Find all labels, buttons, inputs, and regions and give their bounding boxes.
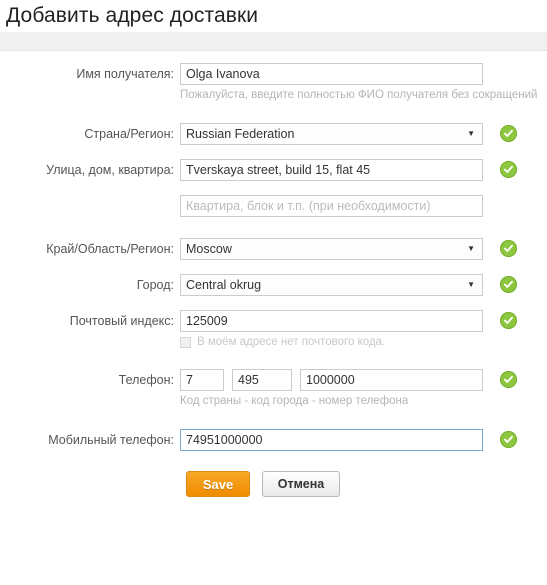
control-city: Central okrug ▼ <box>180 274 547 296</box>
chevron-down-icon: ▼ <box>467 244 475 253</box>
mobile-phone-valid-icon <box>500 431 517 448</box>
page-header: Добавить адрес доставки <box>0 0 547 32</box>
control-recipient-name: Пожалуйста, введите полностью ФИО получа… <box>180 63 547 102</box>
control-country: Russian Federation ▼ <box>180 123 547 145</box>
form-actions: Save Отмена <box>186 471 547 497</box>
control-street-line2 <box>180 195 547 217</box>
control-street <box>180 159 547 181</box>
label-postal-code: Почтовый индекс: <box>69 314 174 328</box>
row-city: Город: Central okrug ▼ <box>0 274 547 296</box>
header-divider-band <box>0 32 547 51</box>
label-region: Край/Область/Регион: <box>46 242 174 256</box>
row-street-line2 <box>0 195 547 217</box>
country-select[interactable]: Russian Federation ▼ <box>180 123 483 145</box>
country-select-value: Russian Federation <box>186 127 295 141</box>
label-country: Страна/Регион: <box>84 127 174 141</box>
city-select[interactable]: Central okrug ▼ <box>180 274 483 296</box>
save-button[interactable]: Save <box>186 471 250 497</box>
street-address-line2-input[interactable] <box>180 195 483 217</box>
recipient-name-hint: Пожалуйста, введите полностью ФИО получа… <box>180 89 538 101</box>
control-postal-code: В моём адресе нет почтового кода. <box>180 310 547 348</box>
label-street: Улица, дом, квартира: <box>46 163 174 177</box>
street-address-input[interactable] <box>180 159 483 181</box>
row-region: Край/Область/Регион: Moscow ▼ <box>0 238 547 260</box>
cancel-button[interactable]: Отмена <box>262 471 340 497</box>
phone-number-input[interactable] <box>300 369 483 391</box>
region-valid-icon <box>500 240 517 257</box>
phone-valid-icon <box>500 371 517 388</box>
shipping-address-form: Имя получателя: Пожалуйста, введите полн… <box>0 51 547 497</box>
control-mobile-phone <box>180 429 547 451</box>
region-select[interactable]: Moscow ▼ <box>180 238 483 260</box>
phone-country-code-input[interactable] <box>180 369 224 391</box>
postal-code-valid-icon <box>500 312 517 329</box>
city-select-value: Central okrug <box>186 278 262 292</box>
label-phone: Телефон: <box>118 373 174 387</box>
chevron-down-icon: ▼ <box>467 280 475 289</box>
label-recipient-name: Имя получателя: <box>76 67 174 81</box>
city-valid-icon <box>500 276 517 293</box>
recipient-name-input[interactable] <box>180 63 483 85</box>
row-country: Страна/Регион: Russian Federation ▼ <box>0 123 547 145</box>
row-street: Улица, дом, квартира: <box>0 159 547 181</box>
postal-code-input[interactable] <box>180 310 483 332</box>
no-postal-code-checkbox-row[interactable]: В моём адресе нет почтового кода. <box>180 336 547 348</box>
row-mobile-phone: Мобильный телефон: <box>0 429 547 451</box>
label-city: Город: <box>136 278 174 292</box>
chevron-down-icon: ▼ <box>467 129 475 138</box>
row-postal-code: Почтовый индекс: В моём адресе нет почто… <box>0 310 547 348</box>
label-mobile-phone: Мобильный телефон: <box>48 433 174 447</box>
row-phone: Телефон: Код страны - код города - номер… <box>0 369 547 408</box>
phone-city-code-input[interactable] <box>232 369 292 391</box>
phone-input-group <box>180 369 547 391</box>
control-region: Moscow ▼ <box>180 238 547 260</box>
mobile-phone-input[interactable] <box>180 429 483 451</box>
street-valid-icon <box>500 161 517 178</box>
phone-hint: Код страны - код города - номер телефона <box>180 395 409 407</box>
control-phone: Код страны - код города - номер телефона <box>180 369 547 408</box>
no-postal-code-checkbox[interactable] <box>180 336 191 348</box>
country-valid-icon <box>500 125 517 142</box>
row-recipient-name: Имя получателя: Пожалуйста, введите полн… <box>0 63 547 102</box>
page-title: Добавить адрес доставки <box>6 4 259 27</box>
region-select-value: Moscow <box>186 242 232 256</box>
no-postal-code-label: В моём адресе нет почтового кода. <box>197 336 386 348</box>
